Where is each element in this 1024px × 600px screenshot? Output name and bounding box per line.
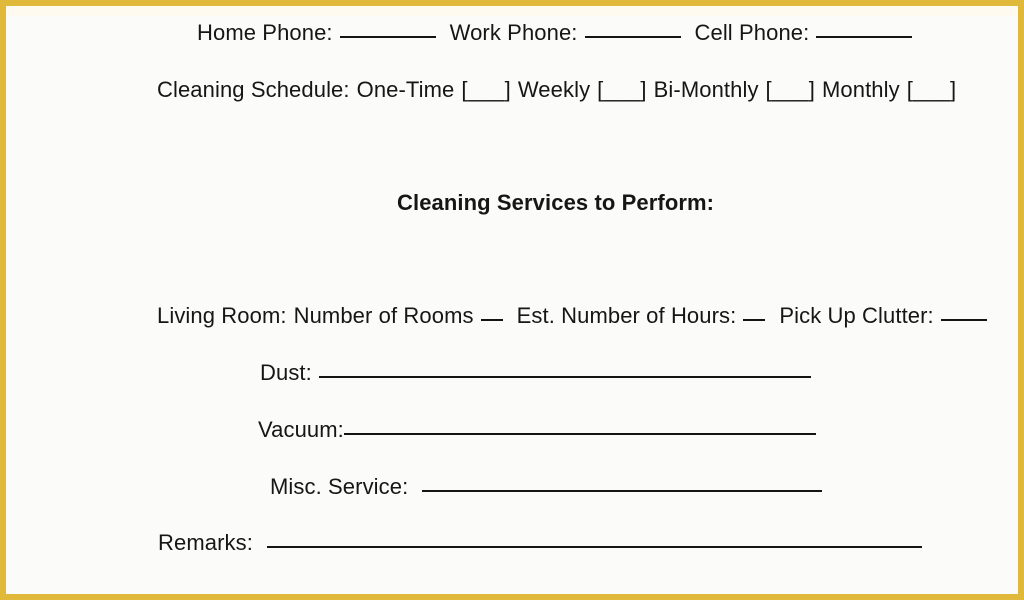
schedule-option-one-time-checkbox[interactable]: [___] xyxy=(461,77,510,102)
vacuum-label: Vacuum: xyxy=(258,417,344,442)
contact-phones-line: Home Phone: Work Phone: Cell Phone: xyxy=(197,20,913,46)
remarks-label: Remarks: xyxy=(158,530,253,555)
bracket-close: ] xyxy=(504,77,511,102)
checkbox-blank: ___ xyxy=(603,77,641,102)
schedule-option-monthly-label: Monthly xyxy=(822,77,900,102)
checkbox-blank: ___ xyxy=(912,77,950,102)
checkbox-blank: ___ xyxy=(771,77,809,102)
vacuum-blank[interactable] xyxy=(343,433,816,435)
work-phone-label: Work Phone: xyxy=(449,20,578,45)
home-phone-blank[interactable] xyxy=(339,36,436,38)
bracket-close: ] xyxy=(949,77,957,102)
work-phone-blank[interactable] xyxy=(584,36,681,38)
dust-label: Dust: xyxy=(260,360,312,385)
cell-phone-blank[interactable] xyxy=(816,36,913,38)
pick-up-clutter-blank[interactable] xyxy=(940,319,987,321)
misc-service-blank[interactable] xyxy=(422,490,823,492)
pick-up-clutter-label: Pick Up Clutter: xyxy=(779,303,934,328)
cleaning-schedule-label: Cleaning Schedule: xyxy=(157,77,350,102)
remarks-blank[interactable] xyxy=(266,546,922,548)
service-line-vacuum: Vacuum: xyxy=(258,417,816,443)
cell-phone-label: Cell Phone: xyxy=(694,20,810,45)
number-of-rooms-label: Number of Rooms xyxy=(293,303,474,328)
checkbox-blank: ___ xyxy=(467,77,505,102)
schedule-option-monthly-checkbox[interactable]: [___] xyxy=(907,77,956,102)
living-room-label: Living Room: xyxy=(157,303,287,328)
est-hours-blank[interactable] xyxy=(743,319,766,321)
section-heading: Cleaning Services to Perform: xyxy=(397,190,715,215)
bracket-close: ] xyxy=(640,77,647,102)
misc-service-label: Misc. Service: xyxy=(270,474,409,499)
service-line-misc: Misc. Service: xyxy=(270,474,823,500)
number-of-rooms-blank[interactable] xyxy=(480,319,503,321)
home-phone-label: Home Phone: xyxy=(197,20,333,45)
schedule-option-bi-monthly-checkbox[interactable]: [___] xyxy=(766,77,815,102)
cleaning-schedule-line: Cleaning Schedule: One-Time [___] Weekly [__… xyxy=(157,77,956,103)
remarks-line: Remarks: xyxy=(158,530,922,556)
living-room-line: Living Room: Number of Rooms Est. Number o… xyxy=(157,303,987,329)
bracket-close: ] xyxy=(808,77,815,102)
service-line-dust: Dust: xyxy=(260,360,811,386)
schedule-option-bi-monthly-label: Bi-Monthly xyxy=(653,77,759,102)
schedule-option-weekly-label: Weekly xyxy=(517,77,591,102)
dust-blank[interactable] xyxy=(318,376,811,378)
schedule-option-weekly-checkbox[interactable]: [___] xyxy=(597,77,646,102)
est-hours-label: Est. Number of Hours: xyxy=(516,303,737,328)
schedule-option-one-time-label: One-Time xyxy=(356,77,455,102)
form-body: Home Phone: Work Phone: Cell Phone: Cleani… xyxy=(6,6,1018,594)
document-page: Home Phone: Work Phone: Cell Phone: Cleani… xyxy=(0,0,1024,600)
